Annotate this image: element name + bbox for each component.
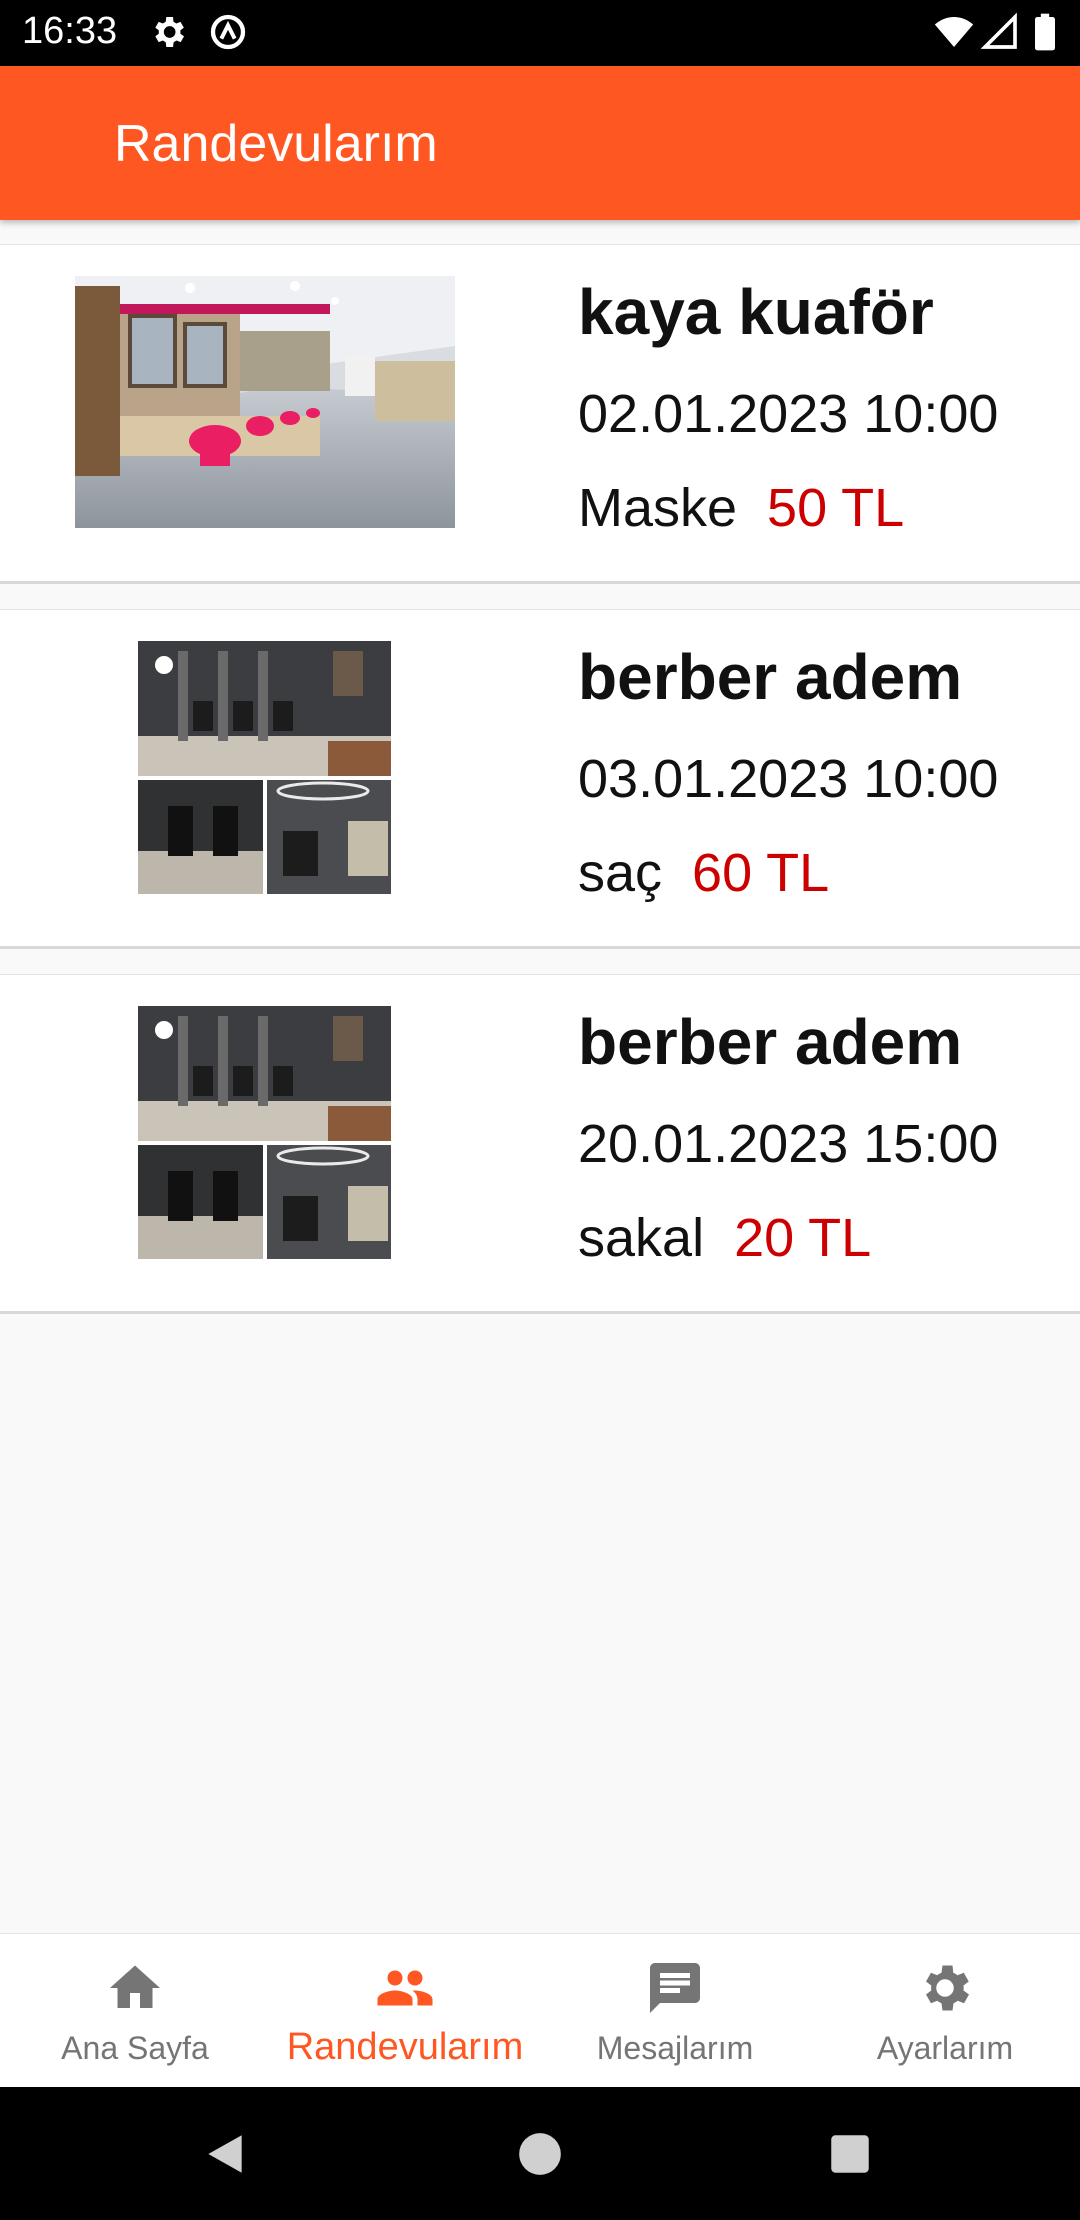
battery-icon bbox=[1035, 13, 1055, 51]
salon-name: berber adem bbox=[578, 1006, 963, 1078]
service-row: Maske 50 TL bbox=[578, 477, 904, 539]
nav-label: Randevularım bbox=[286, 2026, 524, 2068]
appointment-datetime: 03.01.2023 10:00 bbox=[578, 749, 999, 809]
salon-photo bbox=[138, 1006, 391, 1259]
nav-item-messages[interactable]: Mesajlarım bbox=[540, 1934, 810, 2088]
nav-item-settings[interactable]: Ayarlarım bbox=[810, 1934, 1080, 2088]
salon-photo bbox=[138, 641, 391, 894]
service-name: Maske bbox=[578, 478, 738, 538]
message-icon bbox=[650, 1963, 700, 2013]
salon-photo bbox=[75, 276, 455, 528]
people-icon bbox=[377, 1970, 433, 2006]
service-price: 20 TL bbox=[734, 1208, 872, 1268]
gear-icon bbox=[926, 1965, 969, 2011]
home-button-icon[interactable] bbox=[515, 2129, 565, 2179]
sync-status-icon bbox=[210, 14, 246, 50]
page-title: Randevularım bbox=[114, 115, 438, 173]
service-name: sakal bbox=[578, 1208, 705, 1268]
system-navigation-bar bbox=[0, 2087, 1080, 2220]
service-row: sakal 20 TL bbox=[578, 1207, 871, 1269]
status-bar: 16:33 bbox=[0, 0, 1080, 66]
nav-item-appointments[interactable]: Randevularım bbox=[270, 1934, 540, 2088]
app-bar: Randevularım bbox=[0, 66, 1080, 220]
back-icon[interactable] bbox=[200, 2129, 250, 2179]
appointment-datetime: 02.01.2023 10:00 bbox=[578, 384, 999, 444]
signal-icon bbox=[980, 12, 1017, 49]
bottom-navigation: Ana Sayfa Randevularım Mesajlarım Ayarla… bbox=[0, 1933, 1080, 2088]
appointment-card[interactable]: berber adem 03.01.2023 10:00 saç 60 TL bbox=[0, 609, 1080, 949]
service-name: saç bbox=[578, 843, 663, 903]
home-icon bbox=[110, 1965, 160, 2008]
settings-status-icon bbox=[155, 17, 184, 47]
recents-icon[interactable] bbox=[825, 2129, 875, 2179]
nav-item-home[interactable]: Ana Sayfa bbox=[0, 1934, 270, 2088]
service-row: saç 60 TL bbox=[578, 842, 829, 904]
service-price: 50 TL bbox=[767, 478, 905, 538]
status-time: 16:33 bbox=[22, 10, 118, 52]
nav-label: Ayarlarım bbox=[876, 2030, 1014, 2066]
nav-label: Mesajlarım bbox=[596, 2030, 754, 2066]
wifi-icon bbox=[934, 17, 974, 47]
nav-label: Ana Sayfa bbox=[61, 2030, 209, 2066]
appointment-list: kaya kuaför 02.01.2023 10:00 Maske 50 TL bbox=[0, 244, 1080, 1339]
salon-name: kaya kuaför bbox=[578, 276, 934, 348]
appointment-card[interactable]: kaya kuaför 02.01.2023 10:00 Maske 50 TL bbox=[0, 244, 1080, 584]
appointment-card[interactable]: berber adem 20.01.2023 15:00 sakal 20 TL bbox=[0, 974, 1080, 1314]
service-price: 60 TL bbox=[692, 843, 830, 903]
salon-name: berber adem bbox=[578, 641, 963, 713]
appointment-datetime: 20.01.2023 15:00 bbox=[578, 1114, 999, 1174]
